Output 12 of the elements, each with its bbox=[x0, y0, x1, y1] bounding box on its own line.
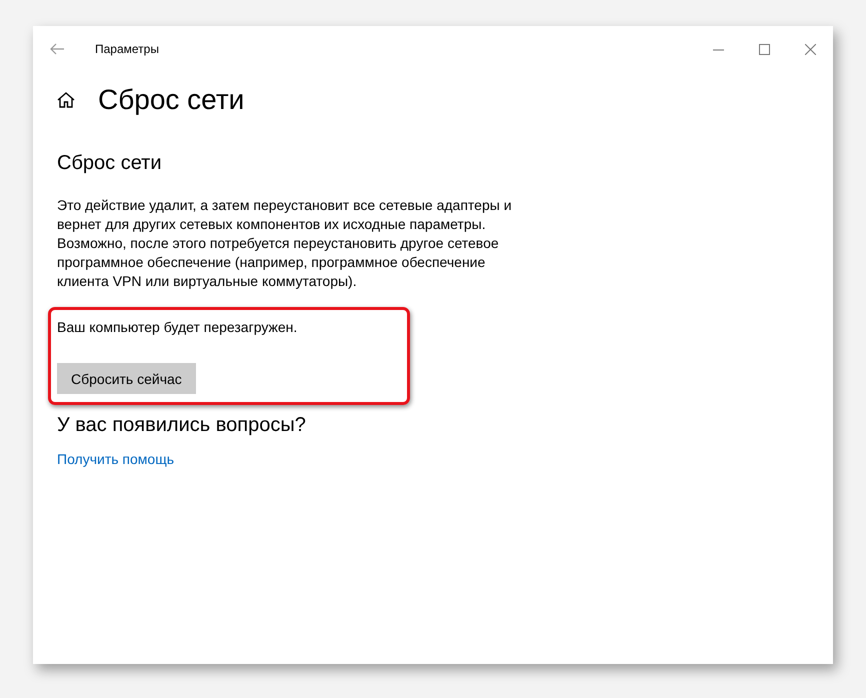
reset-now-button[interactable]: Сбросить сейчас bbox=[57, 363, 196, 394]
page-title: Сброс сети bbox=[98, 84, 244, 116]
maximize-button[interactable] bbox=[758, 44, 770, 54]
description-text: Это действие удалит, а затем переустановит все сетевые адаптеры и вернет для других сетевых компонентов их исходные параметры. Возможно, после этого потребуется переустановить другое сетевое программное обеспечение (например, программное обеспечение клиента VPN или виртуальные коммутаторы). bbox=[57, 196, 512, 291]
restart-warning: Ваш компьютер будет перезагружен. bbox=[57, 319, 298, 335]
help-heading: У вас появились вопросы? bbox=[57, 414, 306, 437]
section-heading: Сброс сети bbox=[57, 152, 162, 175]
home-icon[interactable] bbox=[56, 90, 76, 110]
close-button[interactable] bbox=[804, 44, 816, 54]
back-arrow-icon[interactable] bbox=[49, 41, 65, 57]
get-help-link[interactable]: Получить помощь bbox=[57, 451, 174, 467]
window-title: Параметры bbox=[95, 42, 160, 56]
